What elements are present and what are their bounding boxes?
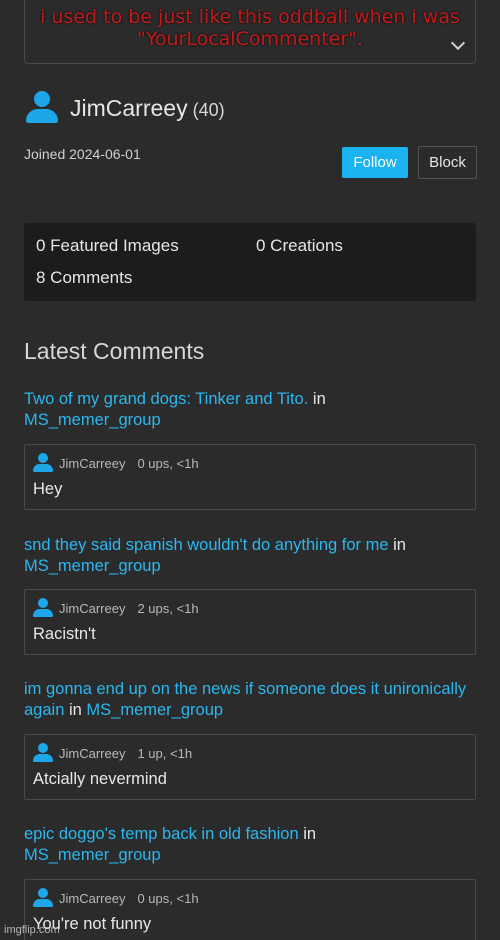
username: JimCarreey xyxy=(70,94,188,121)
comment-author[interactable]: JimCarreey xyxy=(59,601,125,616)
comment-text: Atcially nevermind xyxy=(33,770,167,788)
stat-comments[interactable]: 8 Comments xyxy=(36,268,132,288)
user-avatar-icon[interactable] xyxy=(33,598,53,618)
in-word: in xyxy=(393,536,406,554)
latest-comments-heading: Latest Comments xyxy=(24,338,205,364)
stat-featured-images[interactable]: 0 Featured Images xyxy=(36,236,179,256)
comment-author[interactable]: JimCarreey xyxy=(59,746,125,761)
stream-link[interactable]: MS_memer_group xyxy=(24,846,161,864)
stat-creations[interactable]: 0 Creations xyxy=(256,236,343,256)
stream-link[interactable]: MS_memer_group xyxy=(24,411,161,429)
comment-ups: 0 ups, <1h xyxy=(137,455,199,471)
user-avatar-icon[interactable] xyxy=(26,91,58,125)
profile-header: JimCarreey (40) xyxy=(24,88,225,128)
post-link[interactable]: snd they said spanish wouldn't do anythi… xyxy=(24,536,389,554)
comment-context: Two of my grand dogs: Tinker and Tito. i… xyxy=(24,389,476,431)
comment-ups: 2 ups, <1h xyxy=(137,600,199,616)
comment-context: epic doggo's temp back in old fashion in… xyxy=(24,824,476,866)
stream-link[interactable]: MS_memer_group xyxy=(24,557,161,575)
comment-card: JimCarreey 0 ups, <1h Hey xyxy=(24,444,476,510)
comment-author[interactable]: JimCarreey xyxy=(59,891,125,906)
comment-card: JimCarreey 0 ups, <1h You're not funny xyxy=(24,879,476,940)
user-avatar-icon[interactable] xyxy=(33,888,53,908)
stream-link[interactable]: MS_memer_group xyxy=(86,701,223,719)
block-button[interactable]: Block xyxy=(418,146,477,179)
comment-ups: 0 ups, <1h xyxy=(137,890,199,906)
comment-text: Racistn't xyxy=(33,625,96,643)
in-word: in xyxy=(312,390,326,408)
follow-button[interactable]: Follow xyxy=(342,147,408,178)
comment-context: im gonna end up on the news if someone d… xyxy=(24,679,476,721)
imgflip-watermark: imgflip.com xyxy=(4,924,60,936)
post-link[interactable]: Two of my grand dogs: Tinker and Tito. xyxy=(24,390,308,408)
meme-caption: i used to be just like this oddball when… xyxy=(40,6,460,50)
comment-text: Hey xyxy=(33,480,63,498)
in-word: in xyxy=(68,701,82,719)
comment-context: snd they said spanish wouldn't do anythi… xyxy=(24,535,476,577)
user-avatar-icon[interactable] xyxy=(33,743,53,763)
comment-card: JimCarreey 1 up, <1h Atcially nevermind xyxy=(24,734,476,800)
profile-stats-panel: 0 Featured Images 0 Creations 8 Comments xyxy=(24,223,476,301)
user-points: (40) xyxy=(192,99,225,120)
joined-date: Joined 2024-06-01 xyxy=(24,146,141,162)
comment-card: JimCarreey 2 ups, <1h Racistn't xyxy=(24,589,476,655)
comment-author[interactable]: JimCarreey xyxy=(59,456,125,471)
in-word: in xyxy=(303,825,317,843)
post-link[interactable]: epic doggo's temp back in old fashion xyxy=(24,825,299,843)
user-avatar-icon[interactable] xyxy=(33,453,53,473)
comment-ups: 1 up, <1h xyxy=(137,745,193,761)
